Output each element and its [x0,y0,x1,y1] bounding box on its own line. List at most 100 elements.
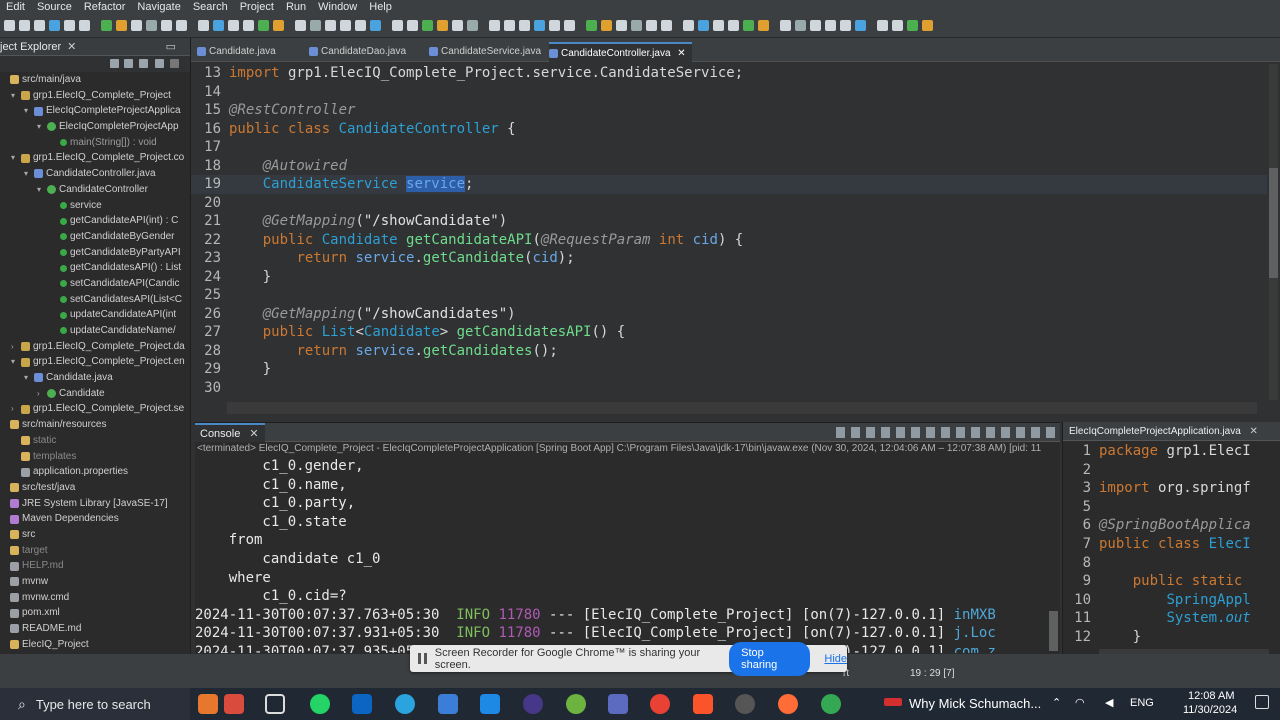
toolbar-button-icon[interactable] [213,20,224,31]
now-playing[interactable]: Why Mick Schumach... [909,696,1041,711]
spring-tools-icon[interactable] [566,694,586,714]
toolbar-button-icon[interactable] [922,20,933,31]
notification-icon[interactable] [1255,695,1269,709]
tree-item[interactable]: getCandidateByGender [0,229,190,245]
code-line[interactable]: 2 [1063,461,1275,480]
code-line[interactable]: 24 } [191,268,1267,287]
toolbar-button-icon[interactable] [855,20,866,31]
eclipse-icon[interactable] [523,694,543,714]
minimize-icon[interactable]: ▭ [166,40,176,53]
toolbar-button-icon[interactable] [519,20,530,31]
network-icon[interactable]: ◠ [1075,696,1085,709]
toolbar-button-icon[interactable] [780,20,791,31]
tree-item[interactable]: static [0,433,190,449]
code-line[interactable]: 19 CandidateService service; [191,175,1267,194]
menu-item-run[interactable]: Run [280,0,312,14]
toolbar-button-icon[interactable] [586,20,597,31]
tree-item[interactable]: src/test/java [0,480,190,496]
code-line[interactable]: 28 return service.getCandidates(); [191,342,1267,361]
tree-item[interactable]: setCandidateAPI(Candic [0,276,190,292]
stop-sharing-button[interactable]: Stop sharing [729,641,811,676]
code-area[interactable]: 13 import grp1.ElecIQ_Complete_Project.se… [191,62,1267,402]
tree-item[interactable]: JRE System Library [JavaSE-17] [0,496,190,512]
toolbar-button-icon[interactable] [19,20,30,31]
shield-app-icon[interactable] [608,694,628,714]
code-line[interactable]: 29 } [191,360,1267,379]
editor-tab[interactable]: Candidate.java [197,42,276,62]
expand-arrow-icon[interactable]: › [11,339,21,355]
code-line[interactable]: 22 public Candidate getCandidateAPI(@Req… [191,231,1267,250]
close-icon[interactable]: ✕ [675,48,685,59]
toolbar-button-icon[interactable] [49,20,60,31]
filter-icon[interactable] [139,59,148,68]
expand-arrow-icon[interactable]: ▾ [24,370,34,386]
view-menu-icon[interactable] [155,59,164,68]
code-line[interactable]: 23 return service.getCandidate(cid); [191,249,1267,268]
vscode-icon[interactable] [480,694,500,714]
tree-item[interactable]: ▾ CandidateController [0,182,190,198]
tree-item[interactable]: src [0,527,190,543]
menu-item-edit[interactable]: Edit [0,0,31,14]
toolbar-button-icon[interactable] [467,20,478,31]
toolbar-button-icon[interactable] [228,20,239,31]
toolbar-button-icon[interactable] [407,20,418,31]
menu-item-project[interactable]: Project [234,0,280,14]
project-explorer-tab[interactable]: ject Explorer ✕ ▭ [0,38,190,56]
toolbar-button-icon[interactable] [646,20,657,31]
gift-app-icon[interactable] [224,694,244,714]
toolbar-button-icon[interactable] [877,20,888,31]
code-line[interactable]: 21 @GetMapping("/showCandidate") [191,212,1267,231]
toolbar-button-icon[interactable] [452,20,463,31]
toolbar-button-icon[interactable] [437,20,448,31]
tree-item[interactable]: ▾ grp1.ElecIQ_Complete_Project.en [0,354,190,370]
tree-item[interactable]: ▾ ElecIqCompleteProjectApplica [0,103,190,119]
toolbar-button-icon[interactable] [698,20,709,31]
toolbar-button-icon[interactable] [355,20,366,31]
calendar-app-icon[interactable] [198,694,218,714]
task-view-icon[interactable] [265,694,285,714]
code-line[interactable]: 8 [1063,554,1275,573]
toolbar-button-icon[interactable] [892,20,903,31]
toolbar-button-icon[interactable] [758,20,769,31]
notepad-icon[interactable] [438,694,458,714]
minimize-view-icon[interactable] [170,59,179,68]
toolbar-button-icon[interactable] [295,20,306,31]
tree-item[interactable]: › grp1.ElecIQ_Complete_Project.se [0,401,190,417]
editor-horizontal-scrollbar[interactable] [227,402,1257,414]
tree-item[interactable]: getCandidateByPartyAPI [0,245,190,261]
expand-arrow-icon[interactable]: › [11,401,21,417]
secondary-code-area[interactable]: 1 package grp1.ElecI 2 3 import org.springf 5… [1063,442,1275,647]
toolbar-button-icon[interactable] [370,20,381,31]
tree-item[interactable]: templates [0,449,190,465]
code-line[interactable]: 13 import grp1.ElecIQ_Complete_Project.se… [191,64,1267,83]
tree-item[interactable]: ▾ ElecIqCompleteProjectApp [0,119,190,135]
tree-item[interactable]: › Candidate [0,386,190,402]
tree-item[interactable]: main(String[]) : void [0,135,190,151]
toolbar-button-icon[interactable] [564,20,575,31]
toolbar-button-icon[interactable] [116,20,127,31]
tree-item[interactable]: target [0,543,190,559]
close-icon[interactable]: ✕ [249,428,258,440]
code-line[interactable]: 15 @RestController [191,101,1267,120]
tree-item[interactable]: mvnw.cmd [0,590,190,606]
collapse-all-icon[interactable] [110,59,119,68]
toolbar-button-icon[interactable] [840,20,851,31]
expand-arrow-icon[interactable]: › [37,386,47,402]
brave-icon[interactable] [693,694,713,714]
code-line[interactable]: 11 System.out [1063,609,1275,628]
tree-item[interactable]: mvnw [0,574,190,590]
menu-item-search[interactable]: Search [187,0,234,14]
code-line[interactable]: 9 public static [1063,572,1275,591]
tree-item[interactable]: updateCandidateName/ [0,323,190,339]
console-tab[interactable]: Console ✕ [195,423,265,442]
media-icon[interactable] [884,698,902,706]
toolbar-button-icon[interactable] [325,20,336,31]
code-line[interactable]: 14 [191,83,1267,102]
expand-arrow-icon[interactable]: ▾ [11,88,21,104]
expand-arrow-icon[interactable]: ▾ [11,150,21,166]
toolbar-button-icon[interactable] [549,20,560,31]
toolbar-button-icon[interactable] [131,20,142,31]
menu-item-refactor[interactable]: Refactor [78,0,132,14]
code-line[interactable]: 25 [191,286,1267,305]
postman-icon[interactable] [778,694,798,714]
